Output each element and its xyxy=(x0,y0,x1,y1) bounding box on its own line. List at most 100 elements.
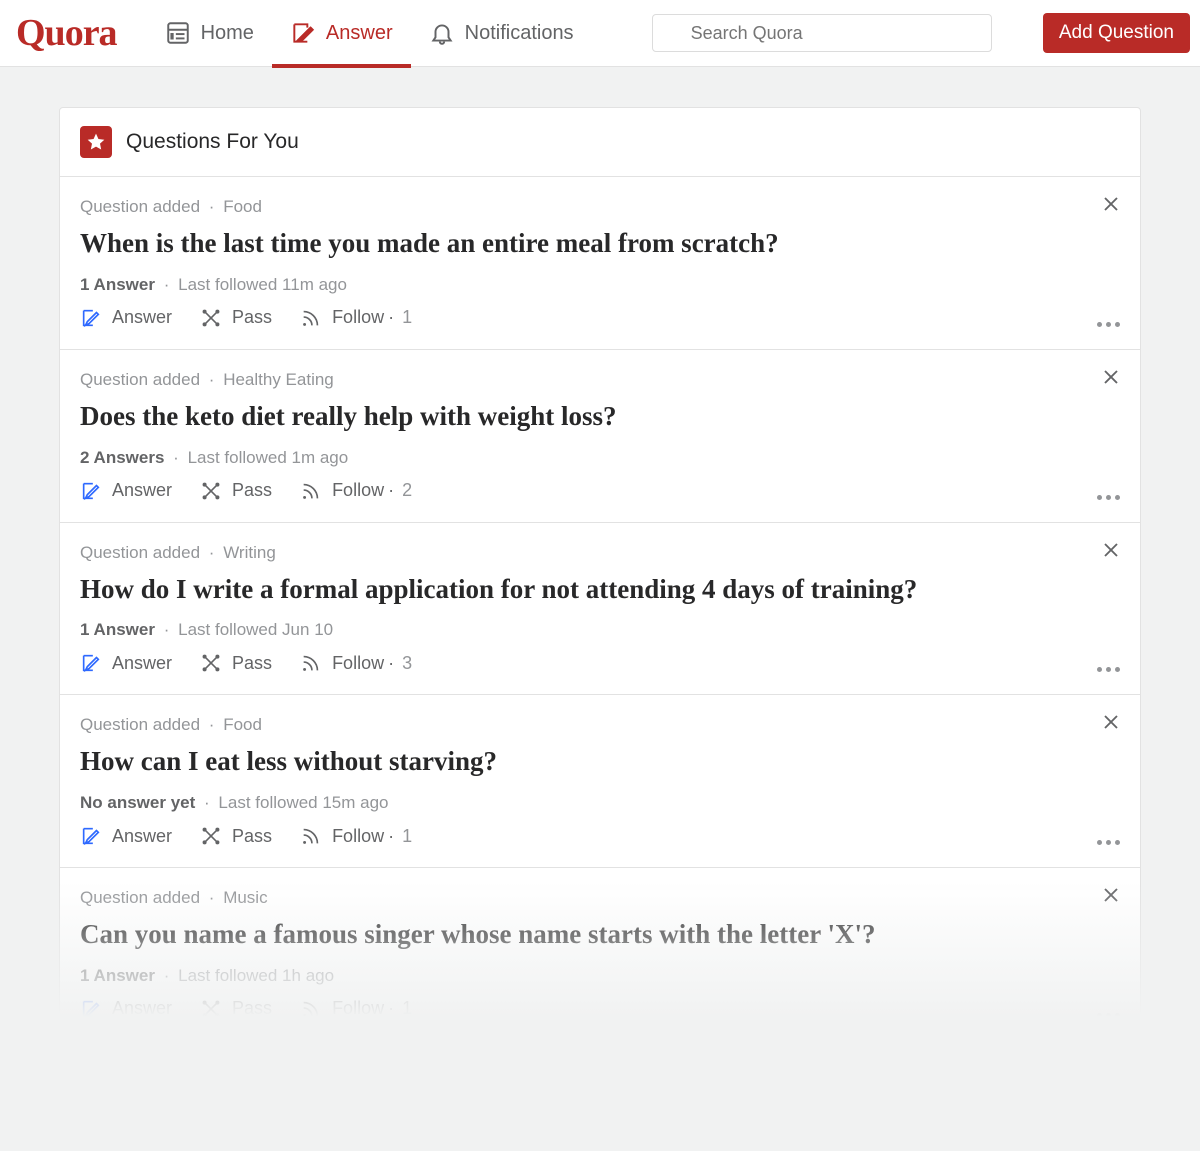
follow-rss-icon xyxy=(300,652,322,674)
follow-button[interactable]: Follow · 2 xyxy=(300,480,412,502)
more-options-button[interactable] xyxy=(1097,667,1120,672)
pass-button[interactable]: Pass xyxy=(200,307,272,329)
more-options-button[interactable] xyxy=(1097,495,1120,500)
follow-action-label: Follow xyxy=(332,307,384,328)
pass-cross-icon xyxy=(200,652,222,674)
close-icon xyxy=(1102,713,1120,731)
pass-action-label: Pass xyxy=(232,653,272,674)
question-title[interactable]: How do I write a formal application for … xyxy=(80,573,1120,607)
pass-button[interactable]: Pass xyxy=(200,825,272,847)
follow-count: 2 xyxy=(402,480,412,501)
question-context: Question added · Writing xyxy=(80,543,1120,563)
bell-icon xyxy=(429,20,455,46)
search-box xyxy=(652,14,992,52)
dismiss-button[interactable] xyxy=(1102,713,1120,736)
question-stats: No answer yet · Last followed 15m ago xyxy=(80,793,1120,813)
nav-home[interactable]: Home xyxy=(147,0,272,67)
pass-button[interactable]: Pass xyxy=(200,652,272,674)
dot-separator: · xyxy=(209,197,215,216)
answer-action-label: Answer xyxy=(112,826,172,847)
nav-notifications[interactable]: Notifications xyxy=(411,0,592,67)
close-icon xyxy=(1102,195,1120,213)
answer-button[interactable]: Answer xyxy=(80,307,172,329)
close-icon xyxy=(1102,541,1120,559)
question-context: Question added · Healthy Eating xyxy=(80,370,1120,390)
answer-button[interactable]: Answer xyxy=(80,998,172,1020)
pass-button[interactable]: Pass xyxy=(200,480,272,502)
answer-count[interactable]: 1 Answer xyxy=(80,966,155,985)
follow-action-label: Follow xyxy=(332,826,384,847)
topic-link[interactable]: Healthy Eating xyxy=(223,370,334,389)
dot-separator: · xyxy=(164,966,170,985)
search-input[interactable] xyxy=(652,14,992,52)
answer-count[interactable]: No answer yet xyxy=(80,793,195,812)
dismiss-button[interactable] xyxy=(1102,368,1120,391)
last-followed: Last followed 1h ago xyxy=(178,966,334,985)
answer-count[interactable]: 1 Answer xyxy=(80,620,155,639)
question-actions: Answer Pass Follow · 3 xyxy=(80,652,1120,674)
dot-separator: · xyxy=(388,307,394,328)
dismiss-button[interactable] xyxy=(1102,886,1120,909)
last-followed: Last followed Jun 10 xyxy=(178,620,333,639)
question-stats: 1 Answer · Last followed 11m ago xyxy=(80,275,1120,295)
answer-action-label: Answer xyxy=(112,653,172,674)
answer-count[interactable]: 2 Answers xyxy=(80,448,164,467)
follow-button[interactable]: Follow · 3 xyxy=(300,652,412,674)
question-item: Question added · Food How can I eat less… xyxy=(60,695,1140,868)
topic-link[interactable]: Food xyxy=(223,197,262,216)
nav-notifications-label: Notifications xyxy=(465,22,574,45)
pass-cross-icon xyxy=(200,307,222,329)
follow-button[interactable]: Follow · 1 xyxy=(300,825,412,847)
dot-separator: · xyxy=(204,793,210,812)
question-added-label: Question added xyxy=(80,888,200,907)
dot-separator: · xyxy=(388,480,394,501)
answer-button[interactable]: Answer xyxy=(80,825,172,847)
topic-link[interactable]: Food xyxy=(223,715,262,734)
question-title[interactable]: Can you name a famous singer whose name … xyxy=(80,918,1120,952)
question-title[interactable]: Does the keto diet really help with weig… xyxy=(80,400,1120,434)
more-options-button[interactable] xyxy=(1097,1013,1120,1018)
dot-separator: · xyxy=(388,998,394,1019)
pass-cross-icon xyxy=(200,480,222,502)
nav-answer[interactable]: Answer xyxy=(272,0,411,67)
answer-action-label: Answer xyxy=(112,998,172,1019)
topic-link[interactable]: Music xyxy=(223,888,267,907)
dot-separator: · xyxy=(209,888,215,907)
nav-home-label: Home xyxy=(201,22,254,45)
question-title[interactable]: When is the last time you made an entire… xyxy=(80,227,1120,261)
answer-button[interactable]: Answer xyxy=(80,652,172,674)
close-icon xyxy=(1102,886,1120,904)
last-followed: Last followed 11m ago xyxy=(178,275,347,294)
pass-action-label: Pass xyxy=(232,998,272,1019)
dot-separator: · xyxy=(209,715,215,734)
dismiss-button[interactable] xyxy=(1102,195,1120,218)
question-context: Question added · Food xyxy=(80,715,1120,735)
question-item: Question added · Music Can you name a fa… xyxy=(60,868,1140,1040)
follow-rss-icon xyxy=(300,307,322,329)
pass-button[interactable]: Pass xyxy=(200,998,272,1020)
follow-count: 1 xyxy=(402,998,412,1019)
topic-link[interactable]: Writing xyxy=(223,543,276,562)
last-followed: Last followed 15m ago xyxy=(218,793,388,812)
home-feed-icon xyxy=(165,20,191,46)
question-actions: Answer Pass Follow · 1 xyxy=(80,825,1120,847)
last-followed: Last followed 1m ago xyxy=(188,448,349,467)
question-title[interactable]: How can I eat less without starving? xyxy=(80,745,1120,779)
more-options-button[interactable] xyxy=(1097,840,1120,845)
follow-button[interactable]: Follow · 1 xyxy=(300,998,412,1020)
follow-rss-icon xyxy=(300,998,322,1020)
dismiss-button[interactable] xyxy=(1102,541,1120,564)
question-stats: 1 Answer · Last followed 1h ago xyxy=(80,966,1120,986)
section-title: Questions For You xyxy=(126,130,299,154)
pass-cross-icon xyxy=(200,998,222,1020)
card-header: Questions For You xyxy=(60,108,1140,177)
logo[interactable]: Quora xyxy=(16,11,117,55)
follow-action-label: Follow xyxy=(332,653,384,674)
more-options-button[interactable] xyxy=(1097,322,1120,327)
answer-button[interactable]: Answer xyxy=(80,480,172,502)
question-added-label: Question added xyxy=(80,370,200,389)
answer-pencil-icon xyxy=(80,480,102,502)
add-question-button[interactable]: Add Question xyxy=(1043,13,1190,53)
follow-button[interactable]: Follow · 1 xyxy=(300,307,412,329)
answer-count[interactable]: 1 Answer xyxy=(80,275,155,294)
